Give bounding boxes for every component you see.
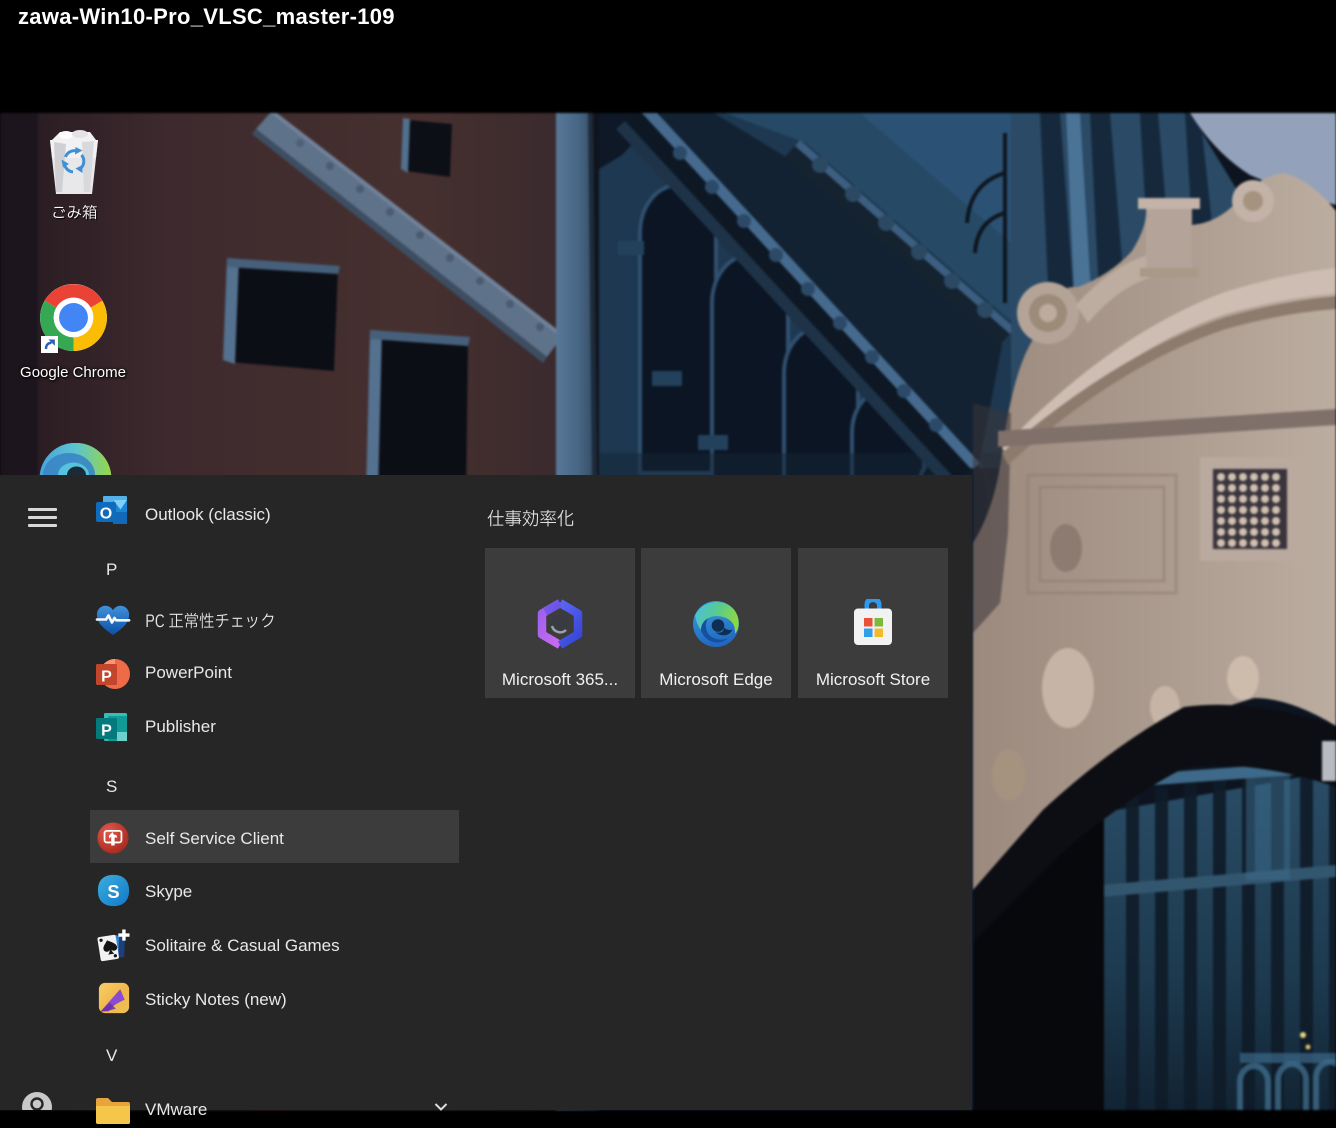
svg-text:P: P (101, 669, 112, 686)
svg-text:S: S (107, 881, 119, 902)
svg-text:O: O (100, 506, 112, 523)
svg-text:P: P (101, 723, 112, 740)
